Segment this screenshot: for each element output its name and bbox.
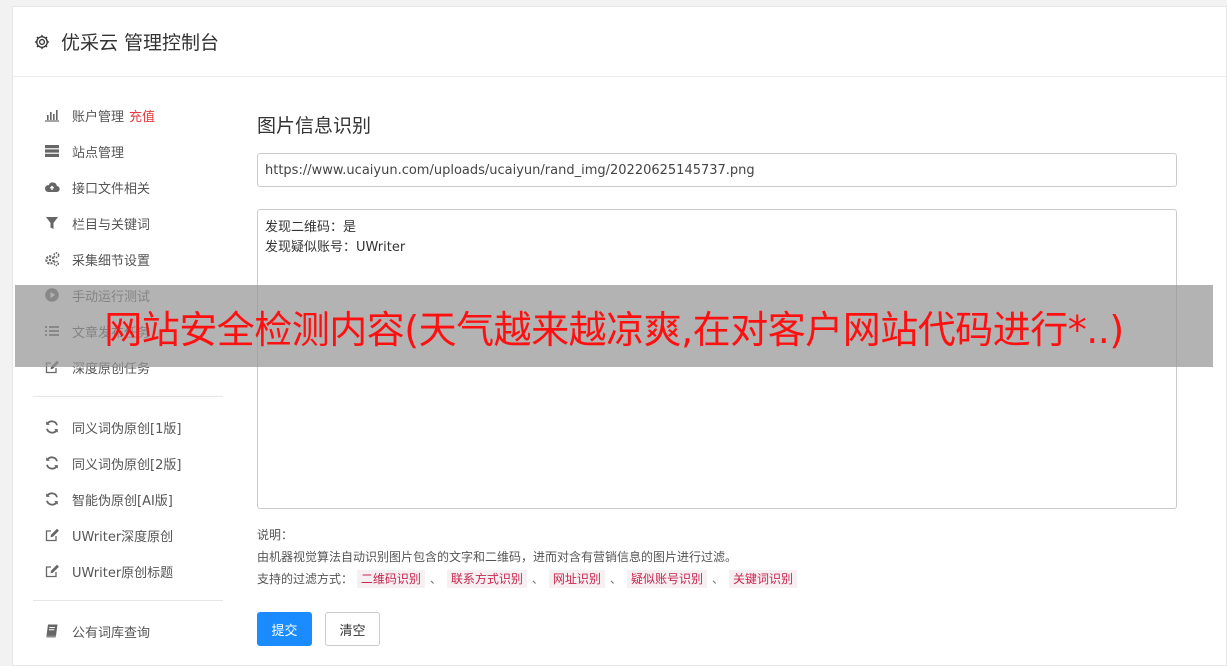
sidebar-item[interactable]: 智能伪原创[AI版] [33,481,223,517]
note-label: 说明： [257,528,294,542]
result-line: 发现疑似账号：UWriter [265,240,406,255]
overlay-banner: 网站安全检测内容(天气越来越凉爽,在对客户网站代码进行*..) [15,285,1213,367]
sidebar-item[interactable]: 接口文件相关 [33,169,223,205]
filter-icon [43,215,60,232]
image-url-input[interactable] [257,153,1177,187]
filter-tag: 二维码识别 [356,570,425,588]
edit-icon [43,527,60,544]
sidebar-divider [33,396,223,397]
sidebar-item-label: 采集细节设置 [72,253,151,269]
overlay-text: 网站安全检测内容(天气越来越凉爽,在对客户网站代码进行*..) [104,307,1124,352]
sidebar-item-label: 智能伪原创[AI版] [72,493,173,509]
button-row: 提交 清空 [257,612,1177,646]
sidebar-item-label: 同义词伪原创[1版] [72,421,182,437]
cogs-icon [43,251,60,268]
sidebar-divider [33,600,223,601]
filter-tag: 疑似账号识别 [626,570,707,588]
sidebar-item[interactable]: 栏目与关键词 [33,205,223,241]
filter-tag: 网址识别 [548,570,605,588]
filter-tag: 关键词识别 [728,570,797,588]
sidebar-item-label: 公有词库查询 [72,625,151,641]
sidebar-item[interactable]: 公有词库查询 [33,613,223,649]
recharge-link[interactable]: 充值 [129,106,155,125]
section-title: 图片信息识别 [257,115,372,137]
page-title: 优采云 管理控制台 [61,32,220,54]
tag-separator: 、 [711,572,724,586]
tag-separator: 、 [609,572,622,586]
filter-methods: 支持的过滤方式： 二维码识别、联系方式识别、网址识别、疑似账号识别、关键词识别 [257,568,1177,590]
sidebar-item-label: UWriter原创标题 [72,565,174,581]
note-description: 由机器视觉算法自动识别图片包含的文字和二维码，进而对含有营销信息的图片进行过滤。 [257,550,738,564]
submit-button[interactable]: 提交 [257,612,312,646]
server-icon [43,143,60,160]
sidebar-item-label: 同义词伪原创[2版] [72,457,182,473]
cloud-upload-icon [43,179,60,196]
note-section: 说明： 由机器视觉算法自动识别图片包含的文字和二维码，进而对含有营销信息的图片进… [257,524,1177,590]
result-line: 发现二维码：是 [265,220,357,235]
gear-icon [34,34,50,49]
bar-chart-icon [43,107,60,124]
book-icon [43,623,60,640]
refresh-icon [43,491,60,508]
sidebar-item[interactable]: 站点管理 [33,133,223,169]
sidebar: 账户管理充值站点管理接口文件相关栏目与关键词采集细节设置手动运行测试文章发布任务… [33,97,223,649]
header: 优采云 管理控制台 [13,7,1226,77]
clear-button[interactable]: 清空 [325,612,380,646]
sidebar-item-label: 栏目与关键词 [72,217,151,233]
tag-separator: 、 [429,572,442,586]
refresh-icon [43,455,60,472]
sidebar-item-label: 账户管理 [72,109,125,125]
edit-icon [43,563,60,580]
sidebar-item-label: 接口文件相关 [72,181,151,197]
sidebar-item[interactable]: 账户管理 充值 [33,97,223,133]
main-panel: 图片信息识别 发现二维码：是 发现疑似账号：UWriter 说明： 由机器视觉算… [257,103,1177,646]
sidebar-item[interactable]: 同义词伪原创[1版] [33,409,223,445]
filter-tag: 联系方式识别 [446,570,527,588]
sidebar-item[interactable]: UWriter深度原创 [33,517,223,553]
sidebar-item[interactable]: 同义词伪原创[2版] [33,445,223,481]
sidebar-item[interactable]: 采集细节设置 [33,241,223,277]
sidebar-item[interactable]: UWriter原创标题 [33,553,223,589]
sidebar-item-label: 站点管理 [72,145,125,161]
tag-separator: 、 [531,572,544,586]
sidebar-item-label: UWriter深度原创 [72,529,174,545]
refresh-icon [43,419,60,436]
filter-label: 支持的过滤方式： [257,572,354,586]
